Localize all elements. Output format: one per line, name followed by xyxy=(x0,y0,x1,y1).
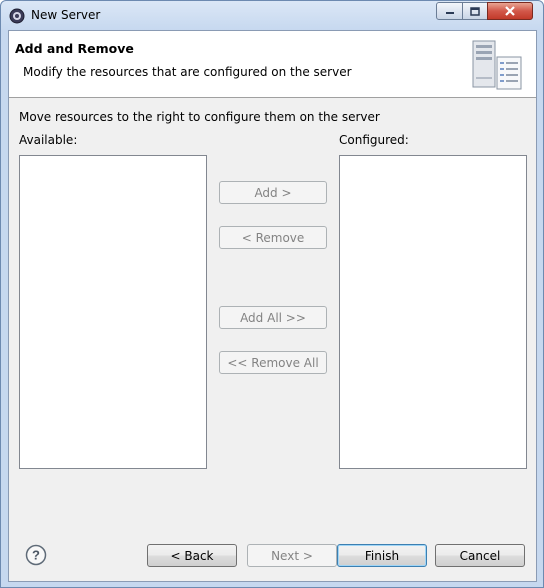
page-description: Modify the resources that are configured… xyxy=(23,65,352,79)
eclipse-server-icon xyxy=(9,8,25,24)
back-button[interactable]: < Back xyxy=(147,544,237,567)
wizard-content: Add and Remove Modify the resources that… xyxy=(8,30,537,582)
maximize-icon xyxy=(470,6,480,16)
remove-button[interactable]: < Remove xyxy=(219,226,327,249)
finish-button[interactable]: Finish xyxy=(337,544,427,567)
available-list[interactable] xyxy=(19,155,207,469)
configured-list[interactable] xyxy=(339,155,527,469)
add-button[interactable]: Add > xyxy=(219,181,327,204)
close-icon xyxy=(505,6,515,16)
minimize-icon xyxy=(445,12,454,14)
close-button[interactable] xyxy=(487,2,533,20)
add-all-button[interactable]: Add All >> xyxy=(219,306,327,329)
instruction-text: Move resources to the right to configure… xyxy=(19,110,380,124)
title-bar[interactable]: New Server xyxy=(1,1,543,31)
maximize-button[interactable] xyxy=(462,2,488,20)
configured-label: Configured: xyxy=(339,133,409,147)
window-title: New Server xyxy=(31,8,101,22)
minimize-button[interactable] xyxy=(436,2,463,20)
new-server-window: New Server Add and Remove Modify the res… xyxy=(0,0,544,588)
server-wizard-icon xyxy=(472,40,522,90)
svg-text:?: ? xyxy=(32,548,40,563)
cancel-button[interactable]: Cancel xyxy=(435,544,525,567)
available-label: Available: xyxy=(19,133,78,147)
next-button[interactable]: Next > xyxy=(247,544,337,567)
wizard-header: Add and Remove Modify the resources that… xyxy=(9,31,536,98)
remove-all-button[interactable]: << Remove All xyxy=(219,351,327,374)
page-title: Add and Remove xyxy=(15,41,134,56)
help-icon[interactable]: ? xyxy=(25,544,47,566)
